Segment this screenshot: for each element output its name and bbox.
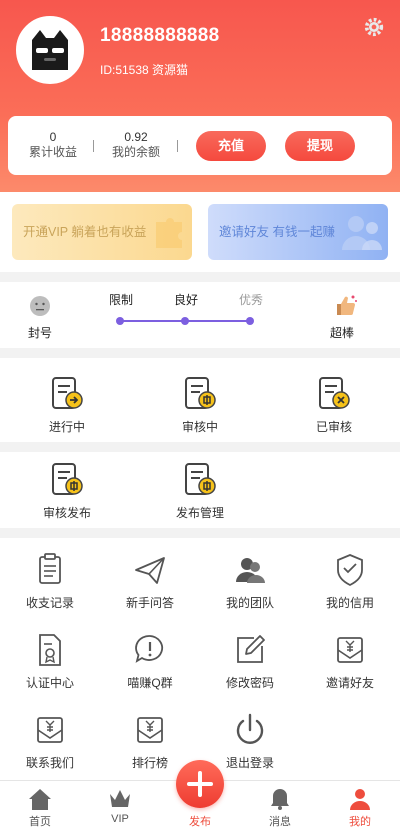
balance-value: 0.92 (124, 130, 148, 144)
divider (93, 140, 94, 152)
task-in-progress-label: 进行中 (48, 420, 85, 434)
tab-publish-label: 发布 (189, 816, 211, 828)
thumbs-up-icon (337, 295, 357, 315)
plus-icon (187, 771, 213, 797)
divider (177, 140, 178, 152)
task-reviewing-label: 审核中 (181, 420, 218, 434)
recharge-button[interactable]: 充值 (196, 131, 266, 161)
task-reviewing[interactable]: 审核中 (150, 374, 250, 435)
credit-level-good: 良好 (174, 293, 199, 307)
power-icon (236, 713, 264, 744)
menu-change-password-label: 修改密码 (225, 676, 274, 690)
balance-card: 0 累计收益 0.92 我的余额 充值 提现 (8, 116, 392, 175)
publish-manage-label: 发布管理 (175, 506, 224, 520)
menu-my-team[interactable]: 我的团队 (200, 550, 300, 611)
task-in-progress-icon (52, 377, 83, 409)
publish-manage-icon (185, 463, 216, 495)
phone-number: 18888888888 (100, 25, 220, 46)
sad-face-icon (30, 296, 50, 316)
user-icon (350, 789, 370, 810)
task-reviewed[interactable]: 已审核 (284, 374, 384, 435)
menu-certification-label: 认证中心 (25, 676, 74, 690)
invite-banner[interactable]: 邀请好友 有钱一起赚 (208, 204, 388, 260)
group-people-icon (342, 216, 382, 250)
menu-income-records[interactable]: 收支记录 (0, 550, 100, 611)
review-publish-icon (52, 463, 83, 495)
total-earnings-label: 累计收益 (28, 145, 77, 159)
menu-beginner-qa[interactable]: 新手问答 (100, 550, 200, 611)
shield-icon (337, 554, 363, 587)
menu-my-credit[interactable]: 我的信用 (300, 550, 400, 611)
review-publish-label: 审核发布 (42, 506, 91, 520)
menu-invite-friends[interactable]: 邀请好友 (300, 630, 400, 691)
balance-label: 我的余额 (111, 145, 160, 159)
credit-dot (246, 317, 254, 325)
menu-change-password[interactable]: 修改密码 (200, 630, 300, 691)
menu-invite-friends-label: 邀请好友 (325, 676, 374, 690)
task-reviewed-icon (319, 377, 350, 409)
tab-vip[interactable]: VIP (80, 781, 160, 830)
tab-messages-label: 消息 (269, 816, 291, 828)
tab-home[interactable]: 首页 (0, 781, 80, 830)
menu-income-records-label: 收支记录 (25, 596, 74, 610)
menu-contact-us-label: 联系我们 (25, 756, 74, 770)
credit-great-label: 超棒 (330, 326, 355, 340)
menu-qq-group[interactable]: 喵赚Q群 (100, 630, 200, 691)
tab-home-label: 首页 (29, 816, 51, 828)
credit-banned-label: 封号 (28, 326, 53, 340)
review-publish[interactable]: 审核发布 (17, 460, 117, 521)
exclamation-bubble-icon (135, 635, 163, 663)
credit-level-limited: 限制 (109, 293, 134, 307)
vip-banner[interactable]: 开通VIP 躺着也有收益 (12, 204, 192, 260)
tab-mine[interactable]: 我的 (320, 781, 400, 830)
menu-my-credit-label: 我的信用 (325, 596, 374, 610)
credit-dot (116, 317, 124, 325)
task-reviewed-label: 已审核 (315, 420, 352, 434)
avatar[interactable] (16, 16, 84, 84)
edit-icon (237, 635, 265, 663)
tab-messages[interactable]: 消息 (240, 781, 320, 830)
tab-publish-button[interactable] (176, 760, 224, 808)
menu-beginner-qa-label: 新手问答 (125, 596, 174, 610)
menu-qq-group-label: 喵赚Q群 (127, 676, 173, 690)
total-earnings: 0 累计收益 (13, 130, 93, 160)
crown-icon (110, 790, 130, 807)
user-id-line: ID:51538 资源猫 (100, 63, 189, 77)
publish-manage[interactable]: 发布管理 (150, 460, 250, 521)
puzzle-icon (156, 218, 182, 248)
menu-my-team-label: 我的团队 (225, 596, 274, 610)
credit-dot (181, 317, 189, 325)
home-icon (29, 789, 51, 810)
balance: 0.92 我的余额 (96, 130, 176, 160)
cat-avatar-icon (32, 30, 68, 70)
credit-level-excellent: 优秀 (239, 293, 264, 307)
yuan-envelope-icon (37, 717, 63, 743)
menu-certification[interactable]: 认证中心 (0, 630, 100, 691)
menu-contact-us[interactable]: 联系我们 (0, 710, 100, 771)
yuan-envelope-icon (337, 637, 363, 663)
certificate-icon (39, 634, 61, 666)
tab-mine-label: 我的 (349, 816, 371, 828)
task-in-progress[interactable]: 进行中 (17, 374, 117, 435)
withdraw-button[interactable]: 提现 (285, 131, 355, 161)
paper-plane-icon (135, 557, 165, 584)
total-earnings-value: 0 (49, 130, 57, 144)
yuan-envelope-icon (137, 717, 163, 743)
invite-banner-text: 邀请好友 有钱一起赚 (219, 225, 335, 239)
tab-vip-label: VIP (111, 813, 129, 825)
vip-banner-text: 开通VIP 躺着也有收益 (23, 225, 147, 239)
bell-icon (271, 789, 289, 810)
task-reviewing-icon (185, 377, 216, 409)
team-icon (236, 558, 265, 583)
gear-icon[interactable] (363, 16, 385, 38)
clipboard-icon (39, 553, 61, 584)
